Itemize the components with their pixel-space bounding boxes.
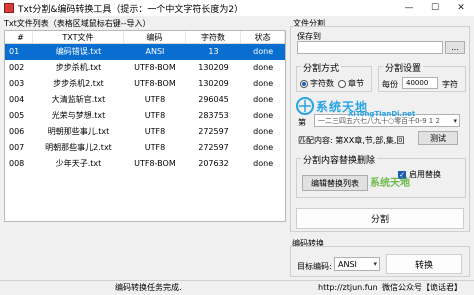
cell-file-name: 大清监斩官.txt: [51, 95, 106, 104]
target-encoding-label: 目标编码:: [297, 262, 332, 271]
split-button[interactable]: 分割: [296, 208, 464, 229]
cell-status: done: [253, 47, 274, 56]
test-button[interactable]: 测试: [418, 131, 458, 145]
file-list-group-label: Txt文件列表（表格区域鼠标右键--导入）: [4, 19, 151, 28]
save-path-input[interactable]: [297, 41, 443, 54]
wechat-label: 微信公众号【诡话君】: [382, 283, 462, 292]
table-header: # TXT文件 编码 字符数 状态: [5, 31, 285, 44]
per-label: 每份: [382, 80, 398, 89]
enable-replace-label: 启用替换: [409, 170, 441, 179]
edit-replace-list-button[interactable]: 编辑替换列表: [302, 175, 368, 191]
cell-encoding: UTF8: [144, 95, 166, 104]
cell-char-count: 272597: [198, 143, 229, 152]
close-button[interactable]: ✕: [448, 0, 474, 16]
table-row[interactable]: 004 大清监斩官.txt UTF8 296045 done: [5, 92, 285, 108]
cell-char-count: 130209: [198, 63, 229, 72]
per-chars-input[interactable]: 40000: [402, 77, 438, 89]
column-header-file[interactable]: TXT文件: [33, 31, 125, 43]
cell-index: 007: [9, 143, 25, 152]
window-title: Txt分割&编码转换工具（提示：一个中文字符长度为2）: [18, 4, 244, 15]
chapter-prefix-label: 第: [298, 118, 306, 127]
radio-mode-char[interactable]: 字符数: [300, 78, 334, 89]
split-mode-label: 分割方式: [301, 61, 342, 74]
cell-char-count: 272597: [198, 127, 229, 136]
table-row[interactable]: 006 明朝那些事儿.txt UTF8 272597 done: [5, 124, 285, 140]
target-encoding-value: ANSI: [338, 259, 357, 269]
radio-char-label: 字符数: [310, 79, 334, 88]
cell-status: done: [253, 79, 274, 88]
split-group: [290, 26, 470, 232]
table-row[interactable]: 007 明朝那些事儿2.txt UTF8 272597 done: [5, 140, 285, 156]
table-row[interactable]: 01 编码错误.txt ANSI 13 done: [5, 44, 285, 60]
cell-index: 005: [9, 111, 25, 120]
cell-file-name: 明朝那些事儿.txt: [47, 127, 110, 136]
column-header-status[interactable]: 状态: [241, 31, 285, 43]
cell-index: 01: [9, 47, 20, 56]
cell-status: done: [253, 143, 274, 152]
chevron-down-icon: ▾: [373, 260, 377, 268]
status-bar: 编码转换任务完成. http://ztjun.fun 微信公众号【诡话君】: [0, 280, 474, 295]
cell-encoding: UTF8-BOM: [134, 159, 176, 168]
cell-index: 008: [9, 159, 25, 168]
app-icon: [4, 3, 14, 13]
maximize-button[interactable]: ☐: [422, 0, 448, 16]
cell-status: done: [253, 95, 274, 104]
cell-char-count: 130209: [198, 79, 229, 88]
status-message: 编码转换任务完成.: [115, 283, 182, 292]
cell-file-name: 光荣与梦想.txt: [51, 111, 106, 120]
radio-chapter-indicator: [338, 79, 346, 88]
cell-char-count: 283753: [198, 111, 229, 120]
cell-encoding: UTF8: [144, 111, 166, 120]
radio-chapter-label: 章节: [348, 79, 364, 88]
cell-file-name: 少年天子.txt: [55, 159, 102, 168]
replace-group-label: 分割内容替换删除: [301, 153, 378, 166]
cell-char-count: 207632: [198, 159, 229, 168]
table-body: 01 编码错误.txt ANSI 13 done 002 步步杀机.txt UTF8-BOM 1…: [5, 44, 285, 172]
cell-file-name: 步步杀机.txt: [55, 63, 102, 72]
cell-encoding: UTF8-BOM: [134, 63, 176, 72]
per-unit-label: 字符: [442, 80, 458, 89]
chevron-down-icon: ▾: [453, 117, 457, 125]
watermark-subtext: XiTongTianDi.net: [348, 110, 416, 118]
match-content-label: 匹配内容: 第XX章,节,部,集,回: [298, 136, 405, 145]
column-header-chars[interactable]: 字符数: [186, 31, 242, 43]
convert-button[interactable]: 转换: [386, 254, 462, 274]
cell-index: 006: [9, 127, 25, 136]
radio-mode-chapter[interactable]: 章节: [338, 78, 364, 89]
cell-file-name: 明朝那些事儿2.txt: [45, 143, 112, 152]
browse-button[interactable]: ...: [445, 41, 465, 54]
title-bar: Txt分割&编码转换工具（提示：一个中文字符长度为2） — ☐ ✕: [0, 0, 474, 16]
file-table[interactable]: # TXT文件 编码 字符数 状态 01 编码错误.txt ANSI 13 done 00…: [4, 30, 286, 222]
watermark-green-text: 系统天地: [370, 178, 410, 189]
cell-status: done: [253, 159, 274, 168]
window-controls: — ☐ ✕: [396, 0, 474, 16]
cell-encoding: ANSI: [145, 47, 165, 56]
minimize-button[interactable]: —: [396, 0, 422, 16]
cell-encoding: UTF8-BOM: [134, 79, 176, 88]
cell-encoding: UTF8: [144, 143, 166, 152]
table-row[interactable]: 003 步步杀机2.txt UTF8-BOM 130209 done: [5, 76, 285, 92]
cell-encoding: UTF8: [144, 127, 166, 136]
website-link[interactable]: http://ztjun.fun: [318, 281, 378, 295]
cell-file-name: 编码错误.txt: [55, 47, 102, 56]
column-header-encoding[interactable]: 编码: [124, 31, 186, 43]
table-row[interactable]: 005 光荣与梦想.txt UTF8 283753 done: [5, 108, 285, 124]
cell-file-name: 步步杀机2.txt: [53, 79, 104, 88]
cell-status: done: [253, 127, 274, 136]
cell-char-count: 296045: [198, 95, 229, 104]
table-row[interactable]: 002 步步杀机.txt UTF8-BOM 130209 done: [5, 60, 285, 76]
cell-char-count: 13: [208, 47, 219, 56]
column-header-index[interactable]: #: [5, 31, 33, 43]
cell-index: 004: [9, 95, 25, 104]
split-settings-label: 分割设置: [383, 61, 424, 74]
cell-status: done: [253, 111, 274, 120]
radio-char-indicator: [300, 79, 308, 88]
table-row[interactable]: 008 少年天子.txt UTF8-BOM 207632 done: [5, 156, 285, 172]
target-encoding-select[interactable]: ANSI ▾: [334, 257, 380, 271]
cell-index: 003: [9, 79, 25, 88]
cell-index: 002: [9, 63, 25, 72]
cell-status: done: [253, 63, 274, 72]
